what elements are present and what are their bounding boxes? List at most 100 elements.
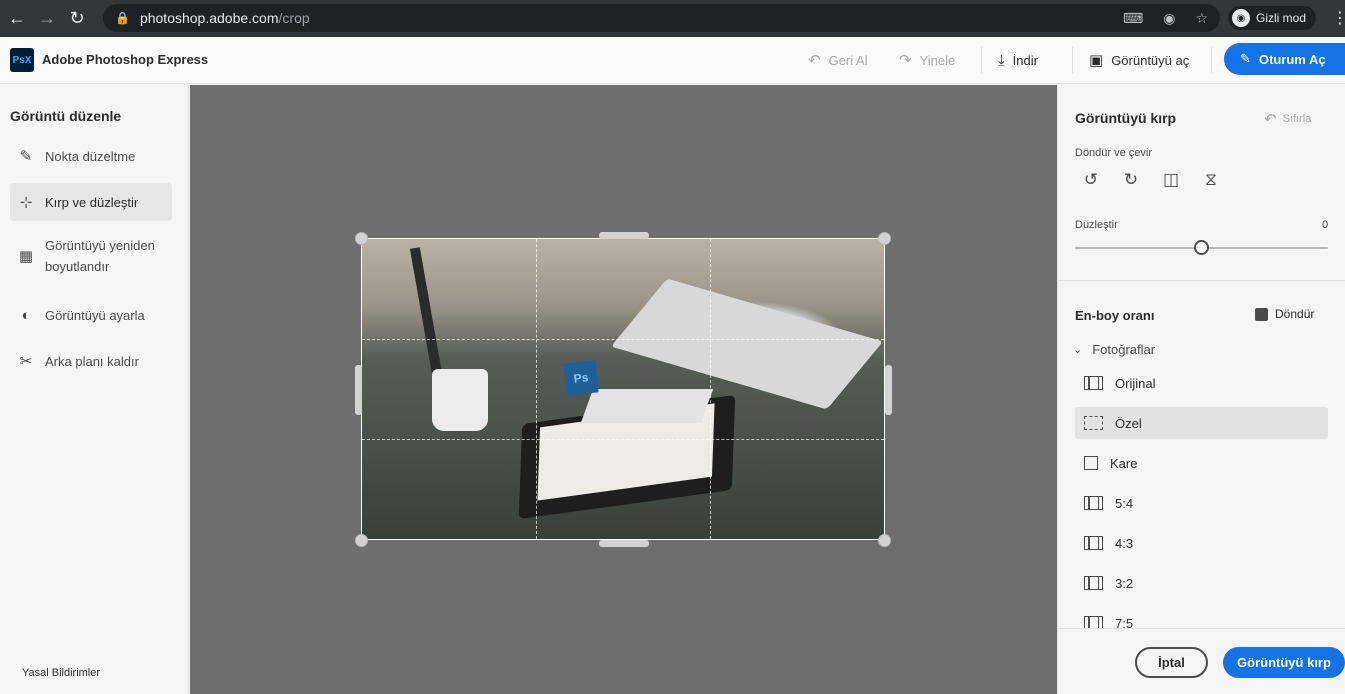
crop-handle-right[interactable]	[885, 365, 892, 415]
panel-title: Görüntüyü kırp	[1075, 110, 1177, 126]
open-image-label: Görüntüyü aç	[1111, 52, 1190, 68]
ratio-item-custom[interactable]: Özel	[1075, 407, 1328, 439]
image-icon: ▣	[1089, 52, 1104, 69]
app-header: PsX Adobe Photoshop Express ↶ Geri Al ↷ …	[0, 37, 1345, 84]
ratio-item-3-2[interactable]: 3:2	[1075, 567, 1328, 599]
sidebar-item-crop[interactable]: ⊹ Kırp ve düzleştir	[10, 183, 172, 221]
rotate-right-icon[interactable]: ↻	[1121, 170, 1141, 190]
crop-handle-bottom-left[interactable]	[355, 534, 368, 547]
open-image-button[interactable]: ▣ Görüntüyü aç	[1089, 50, 1189, 70]
crop-image[interactable]: Ps	[361, 238, 885, 540]
rotate-left-icon[interactable]: ↺	[1081, 170, 1101, 190]
ratio-item-4-3[interactable]: 4:3	[1075, 527, 1328, 559]
ratio-label: 4:3	[1115, 535, 1134, 551]
ratio-label: 7:5	[1115, 615, 1134, 629]
rotate-aspect-icon	[1255, 307, 1268, 321]
crop-handle-left[interactable]	[355, 365, 362, 415]
back-icon[interactable]: ←	[2, 4, 32, 34]
download-button[interactable]: ⤓ İndir	[998, 50, 1038, 70]
edit-icon: ✎	[1240, 51, 1251, 66]
crop-handle-bottom[interactable]	[599, 540, 649, 547]
ratio-custom-icon	[1084, 416, 1103, 430]
crop-guide	[362, 339, 884, 340]
flip-vertical-icon[interactable]: ⧖	[1201, 170, 1221, 190]
ratio-label: 5:4	[1115, 495, 1134, 511]
photo-cup	[432, 369, 488, 431]
redo-icon: ↷	[899, 52, 912, 69]
ratio-group-header[interactable]: ⌄ Fotoğraflar	[1073, 342, 1155, 357]
ratio-item-square[interactable]: Kare	[1075, 447, 1328, 479]
signin-button[interactable]: ✎ Oturum Aç	[1224, 43, 1345, 75]
download-label: İndir	[1012, 52, 1038, 68]
aspect-rotate-button[interactable]: Döndür	[1255, 307, 1314, 321]
incognito-badge[interactable]: ◉ Gizli mod	[1228, 6, 1317, 30]
aspect-rotate-label: Döndür	[1275, 307, 1315, 321]
ratio-square-icon	[1084, 456, 1098, 470]
signin-label: Oturum Aç	[1258, 51, 1326, 67]
incognito-icon: ◉	[1232, 9, 1250, 27]
straighten-slider-thumb[interactable]	[1194, 240, 1209, 255]
crop-handle-top-right[interactable]	[878, 232, 891, 245]
undo-button[interactable]: ↶ Geri Al	[808, 50, 868, 70]
ratio-label: 3:2	[1115, 575, 1134, 591]
bandage-icon: ✎	[19, 148, 33, 165]
divider	[981, 47, 982, 73]
rotate-flip-controls: ↺ ↻ ◫ ⧖	[1081, 170, 1221, 190]
crop-image-button[interactable]: Görüntüyü kırp	[1223, 647, 1345, 678]
ratio-5-4-icon	[1084, 496, 1103, 510]
chevron-down-icon: ⌄	[1073, 344, 1083, 356]
redo-button[interactable]: ↷ Yinele	[899, 50, 955, 70]
sidebar-item-resize[interactable]: ▦ Görüntüyü yeniden boyutlandır	[10, 235, 172, 281]
sidebar-item-label: Görüntüyü ayarla	[45, 307, 145, 323]
redo-label: Yinele	[919, 52, 956, 68]
app-logo: PsX	[10, 48, 34, 72]
forward-icon[interactable]: →	[32, 4, 62, 34]
star-icon[interactable]: ☆	[1195, 10, 1208, 27]
crop-handle-top[interactable]	[599, 232, 649, 239]
sidebar-item-remove-background[interactable]: ✂ Arka planı kaldır	[10, 342, 172, 380]
ratio-label: Orijinal	[1115, 375, 1156, 391]
ratio-7-5-icon	[1084, 616, 1103, 628]
photo-sheet	[580, 389, 714, 423]
crop-icon: ⊹	[19, 194, 33, 211]
url-host: photoshop.adobe.com	[139, 10, 279, 26]
divider	[1211, 47, 1212, 73]
app-title: Adobe Photoshop Express	[42, 52, 209, 67]
ratio-list[interactable]: Orijinal Özel Kare 5:4 4:3 3:2 7:5	[1075, 367, 1328, 628]
ratio-group-label: Fotoğraflar	[1092, 342, 1156, 357]
kebab-menu-icon[interactable]: ⋮	[1332, 8, 1345, 28]
photo-ps-cube: Ps	[563, 360, 599, 396]
crop-panel: Görüntüyü kırp ↶ Sıfırla Döndür ve çevir…	[1057, 85, 1345, 694]
undo-icon: ↶	[808, 52, 821, 69]
crop-guide	[710, 239, 711, 539]
resize-icon: ▦	[18, 248, 34, 265]
ratio-label: Özel	[1115, 415, 1142, 431]
sidebar-item-spot-healing[interactable]: ✎ Nokta düzeltme	[10, 137, 172, 175]
address-bar[interactable]: 🔒 photoshop.adobe.com/crop ⌨ ◉ ☆	[103, 4, 1220, 32]
ratio-item-5-4[interactable]: 5:4	[1075, 487, 1328, 519]
crop-guide	[536, 239, 537, 539]
reset-button[interactable]: ↶ Sıfırla	[1264, 110, 1311, 128]
legal-notices-link[interactable]: Yasal Bildirimler	[22, 667, 100, 679]
image-canvas[interactable]: Ps	[190, 85, 1057, 694]
eye-off-icon[interactable]: ◉	[1163, 10, 1175, 27]
aspect-ratio-title: En-boy oranı	[1075, 308, 1155, 323]
ratio-label: Kare	[1110, 455, 1138, 471]
flip-horizontal-icon[interactable]: ◫	[1161, 170, 1181, 190]
reload-icon[interactable]: ↻	[62, 4, 92, 34]
sidebar-item-label: Nokta düzeltme	[45, 148, 136, 164]
divider	[1058, 280, 1345, 281]
sidebar-item-label: Arka planı kaldır	[45, 353, 139, 369]
undo-label: Geri Al	[828, 52, 868, 68]
ratio-item-original[interactable]: Orijinal	[1075, 367, 1328, 399]
sidebar-item-label: Kırp ve düzleştir	[45, 194, 139, 210]
crop-handle-bottom-right[interactable]	[878, 534, 891, 547]
cancel-button[interactable]: İptal	[1135, 647, 1208, 678]
ratio-item-7-5[interactable]: 7:5	[1075, 607, 1328, 628]
crop-handle-top-left[interactable]	[355, 232, 368, 245]
translate-icon[interactable]: ⌨	[1123, 10, 1143, 27]
photo-pencil	[409, 247, 445, 387]
sidebar-item-adjust[interactable]: ◐ Görüntüyü ayarla	[10, 296, 172, 334]
ratio-3-2-icon	[1084, 576, 1103, 590]
scissors-icon: ✂	[19, 353, 33, 370]
